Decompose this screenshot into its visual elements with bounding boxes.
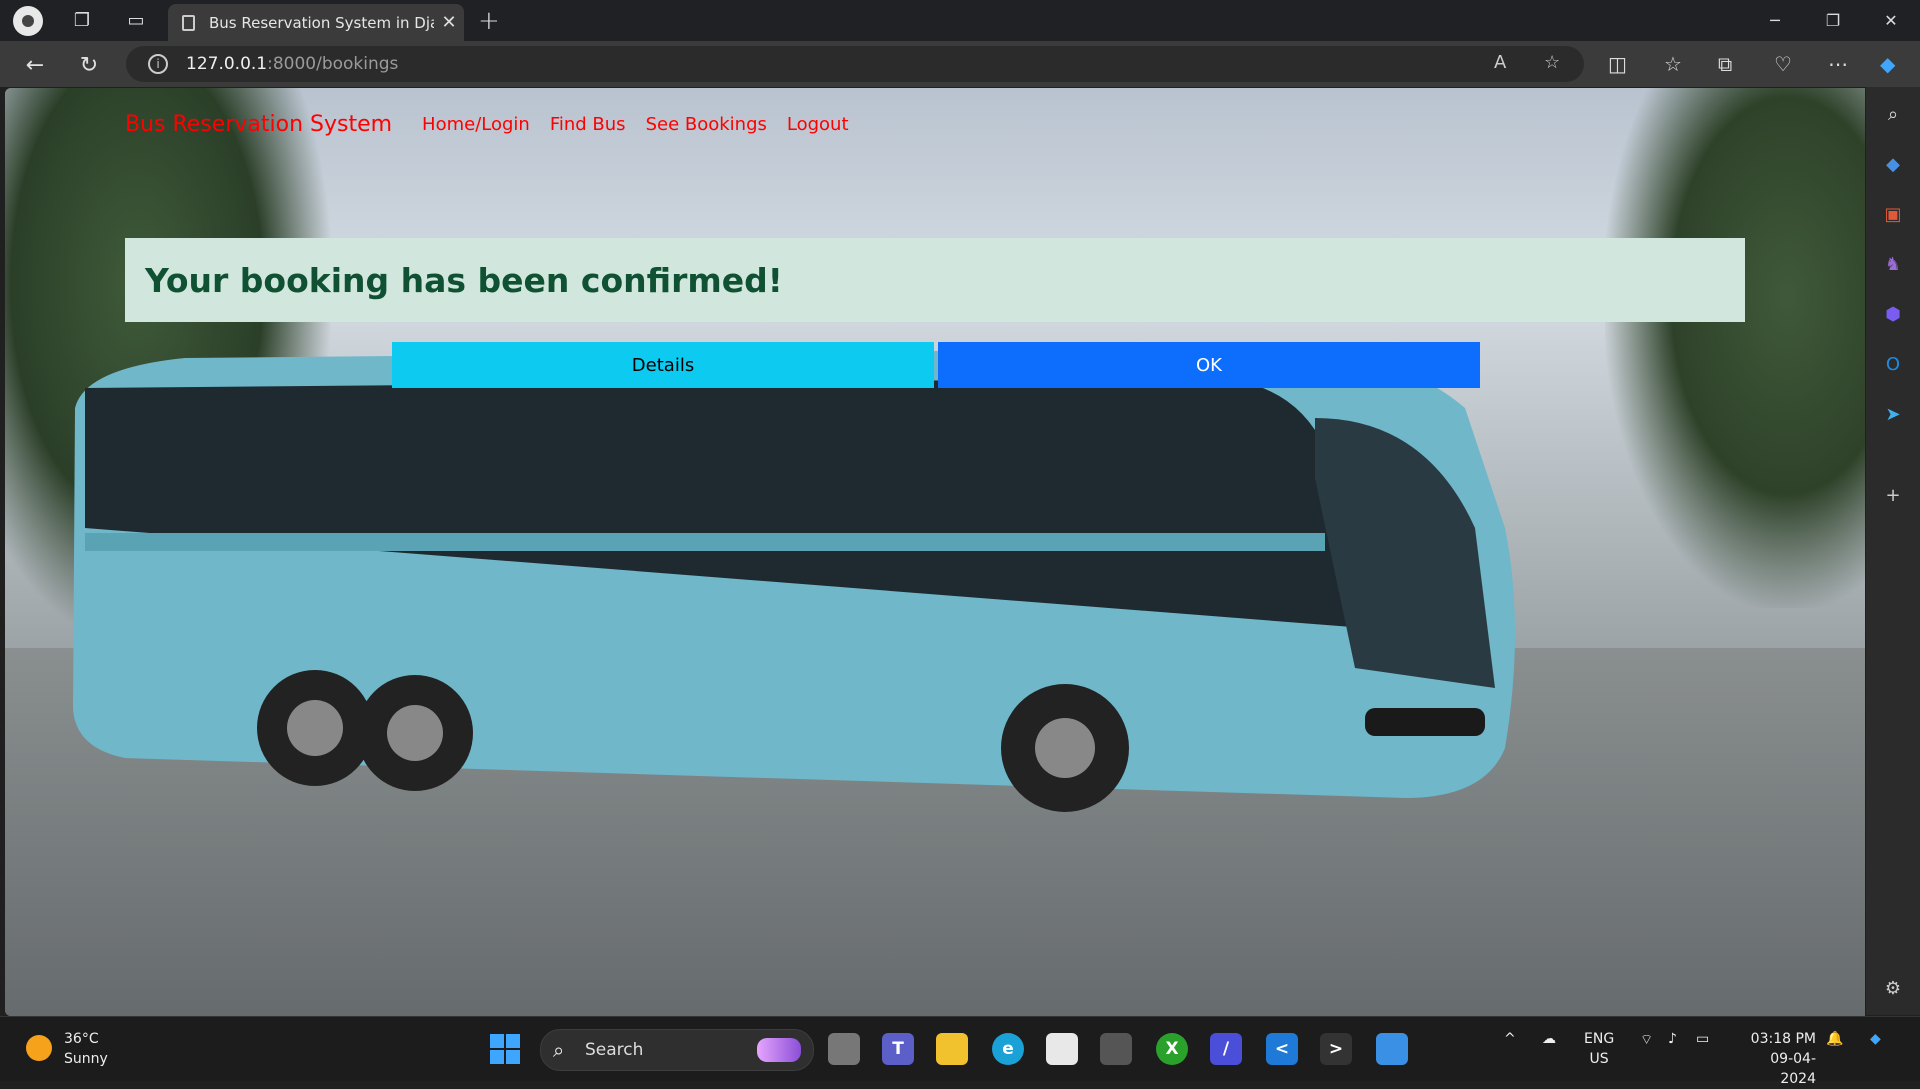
language-indicator[interactable]: ENG US: [1584, 1029, 1614, 1069]
bus-background-image: [73, 348, 1515, 812]
read-aloud-icon[interactable]: A: [1494, 52, 1506, 73]
sidebar-settings-gear-icon[interactable]: ⚙: [1880, 975, 1906, 1001]
url-host: 127.0.0.1: [186, 54, 268, 74]
add-sidebar-app-icon[interactable]: +: [1880, 482, 1906, 508]
volume-icon[interactable]: ♪: [1668, 1031, 1677, 1047]
tab-active[interactable]: Bus Reservation System in Djang ✕: [168, 4, 464, 41]
window-controls: ─ ❐ ✕: [1746, 0, 1920, 41]
terminal-icon[interactable]: >: [1320, 1033, 1352, 1065]
split-screen-icon[interactable]: ◫: [1608, 52, 1627, 76]
region-code: US: [1589, 1051, 1609, 1067]
windows-taskbar: 36°C Sunny ⌕ Search T e X / < > ^ ☁ ENG …: [0, 1016, 1920, 1087]
tab-actions-icon[interactable]: ▭: [121, 6, 151, 36]
weather-sun-icon[interactable]: [26, 1035, 52, 1061]
edge-browser-icon[interactable]: e: [992, 1033, 1024, 1065]
copilot-taskbar-icon[interactable]: ◆: [1870, 1031, 1881, 1047]
start-windows-icon[interactable]: [490, 1034, 520, 1064]
ok-button[interactable]: OK: [938, 342, 1480, 388]
photos-icon[interactable]: [1376, 1033, 1408, 1065]
drop-icon[interactable]: ➤: [1880, 401, 1906, 427]
xbox-icon[interactable]: X: [1156, 1033, 1188, 1065]
alert-message: Your booking has been confirmed!: [145, 260, 783, 300]
show-hidden-icons-chevron-icon[interactable]: ^: [1504, 1031, 1516, 1047]
browser-essentials-icon[interactable]: ♡: [1774, 52, 1792, 76]
copilot-sidebar-icon[interactable]: ⬢: [1880, 301, 1906, 327]
nav-link-logout[interactable]: Logout: [787, 114, 849, 135]
collections-icon[interactable]: ⧉: [1718, 52, 1732, 76]
profile-avatar-icon[interactable]: [13, 5, 43, 36]
microsoft-store-icon[interactable]: [1046, 1033, 1078, 1065]
new-tab-button[interactable]: +: [478, 6, 500, 36]
mathpix-app-icon[interactable]: /: [1210, 1033, 1242, 1065]
browser-title-bar: ❐ ▭ Bus Reservation System in Djang ✕ + …: [0, 0, 1920, 41]
site-info-icon[interactable]: i: [148, 54, 168, 74]
tab-close-icon[interactable]: ✕: [434, 12, 464, 33]
favorite-star-icon[interactable]: ☆: [1544, 52, 1560, 73]
tab-title: Bus Reservation System in Djang: [209, 13, 434, 32]
restore-icon[interactable]: ❐: [1804, 0, 1862, 41]
notification-bell-icon[interactable]: 🔔: [1826, 1031, 1843, 1047]
back-arrow-icon[interactable]: ←: [18, 48, 52, 82]
refresh-icon[interactable]: ↻: [72, 48, 106, 82]
clock-date: 09-04-2024: [1770, 1051, 1816, 1087]
close-window-icon[interactable]: ✕: [1862, 0, 1920, 41]
games-icon[interactable]: ♞: [1880, 251, 1906, 277]
vscode-icon[interactable]: <: [1266, 1033, 1298, 1065]
weather-temperature: 36°C: [64, 1031, 99, 1047]
teams-icon[interactable]: T: [882, 1033, 914, 1065]
weather-widget[interactable]: 36°C Sunny: [64, 1029, 108, 1069]
details-button[interactable]: Details: [392, 342, 934, 388]
copilot-icon[interactable]: ◆: [1880, 52, 1895, 76]
page-viewport: Bus Reservation System Home/Login Find B…: [5, 88, 1865, 1016]
url-text[interactable]: 127.0.0.1:8000/bookings: [186, 54, 398, 74]
site-navbar: Bus Reservation System Home/Login Find B…: [125, 112, 869, 137]
site-brand[interactable]: Bus Reservation System: [125, 112, 392, 137]
file-explorer-icon[interactable]: [936, 1033, 968, 1065]
favorites-icon[interactable]: ☆: [1664, 52, 1682, 76]
booking-confirmed-alert: Your booking has been confirmed!: [125, 238, 1745, 322]
nav-link-find-bus[interactable]: Find Bus: [550, 114, 626, 135]
onedrive-cloud-icon[interactable]: ☁: [1542, 1031, 1556, 1047]
address-bar[interactable]: i 127.0.0.1:8000/bookings A ☆: [126, 46, 1584, 82]
page-document-icon: [182, 14, 195, 31]
workspaces-icon[interactable]: ❐: [67, 6, 97, 36]
search-highlight-art-icon: [757, 1038, 801, 1062]
battery-icon[interactable]: ▭: [1696, 1031, 1709, 1047]
background-trees-right: [1605, 88, 1865, 608]
wifi-icon[interactable]: ⌔: [1640, 1031, 1653, 1049]
nav-link-see-bookings[interactable]: See Bookings: [646, 114, 767, 135]
search-magnifier-icon: ⌕: [553, 1038, 565, 1062]
url-path: :8000/bookings: [267, 54, 399, 74]
language-code: ENG: [1584, 1031, 1615, 1047]
shopping-tag-icon[interactable]: ◆: [1880, 151, 1906, 177]
weather-condition: Sunny: [64, 1051, 108, 1067]
outlook-icon[interactable]: O: [1880, 351, 1906, 377]
edge-sidebar: ⌕ ◆ ▣ ♞ ⬢ O ➤ + ⚙: [1866, 87, 1920, 1015]
tools-icon[interactable]: ▣: [1880, 201, 1906, 227]
unity-hub-icon[interactable]: [1100, 1033, 1132, 1065]
taskbar-search-label: Search: [585, 1040, 644, 1060]
clock-time: 03:18 PM: [1750, 1031, 1816, 1047]
search-icon[interactable]: ⌕: [1880, 101, 1906, 127]
minimize-icon[interactable]: ─: [1746, 0, 1804, 41]
nav-link-home-login[interactable]: Home/Login: [422, 114, 530, 135]
taskbar-search-box[interactable]: ⌕ Search: [540, 1029, 814, 1071]
system-clock[interactable]: 03:18 PM 09-04-2024: [1736, 1029, 1816, 1089]
task-view-icon[interactable]: [828, 1033, 860, 1065]
more-menu-icon[interactable]: ⋯: [1828, 52, 1848, 76]
browser-toolbar: ← ↻ i 127.0.0.1:8000/bookings A ☆ ◫ ☆ ⧉ …: [0, 41, 1920, 87]
